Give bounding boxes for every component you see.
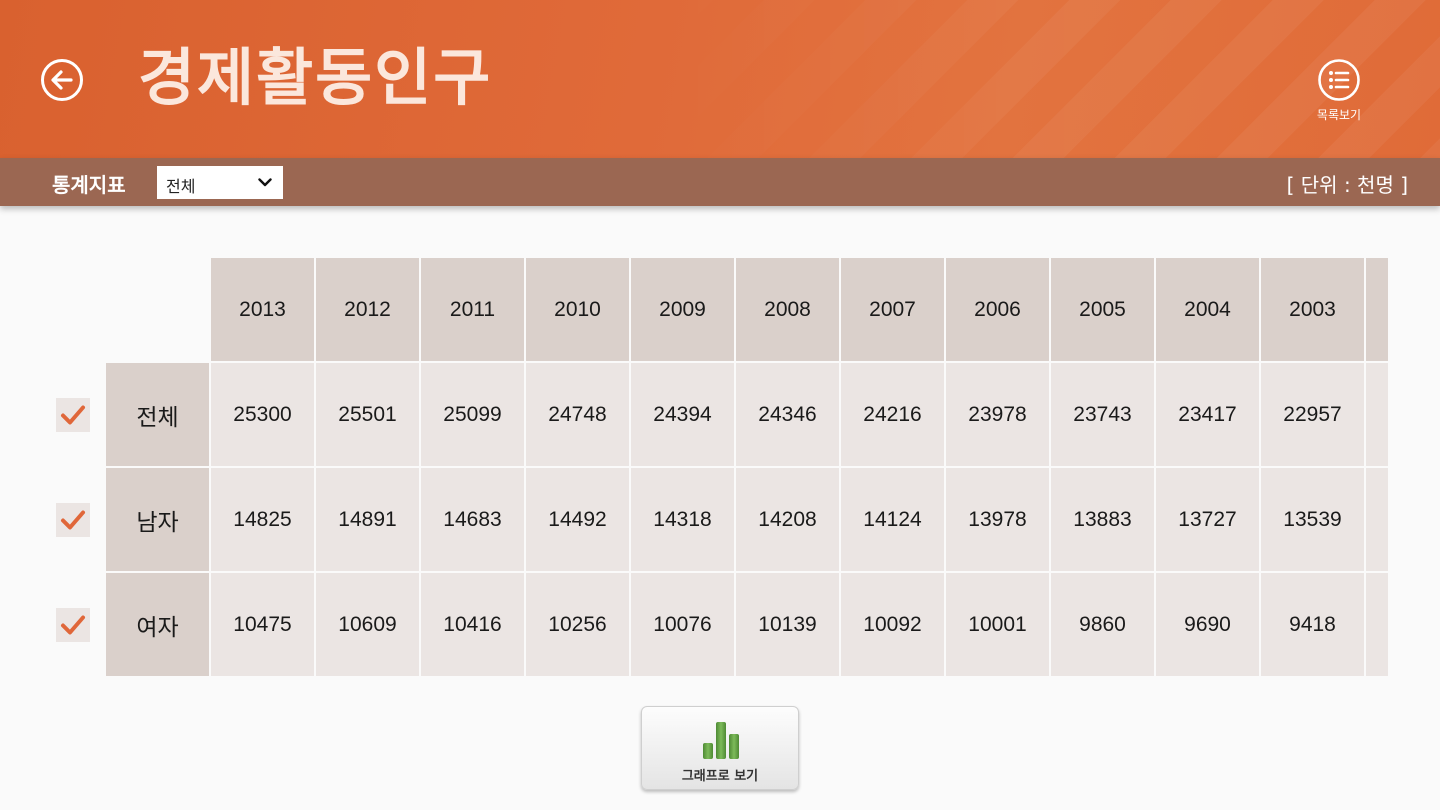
row-label: 남자 xyxy=(106,468,209,571)
checkmark-icon xyxy=(61,615,85,635)
table-cell: 9860 xyxy=(1051,573,1154,676)
table-cell: 22957 xyxy=(1261,363,1364,466)
checkmark-icon xyxy=(61,405,85,425)
year-header: 2004 xyxy=(1156,258,1259,361)
table-cell: 10139 xyxy=(736,573,839,676)
table-cell: 14124 xyxy=(841,468,944,571)
table-cell: 23978 xyxy=(946,363,1049,466)
table-cell: 10609 xyxy=(316,573,419,676)
year-header: 2010 xyxy=(526,258,629,361)
table-cell: 10475 xyxy=(211,573,314,676)
indicator-select-value: 전체 xyxy=(166,177,196,196)
table-cell-partial xyxy=(1366,363,1388,466)
table-cell: 10416 xyxy=(421,573,524,676)
list-view-label: 목록보기 xyxy=(1316,108,1362,122)
list-view-button[interactable]: 목록보기 xyxy=(1308,58,1370,128)
table-cell: 14492 xyxy=(526,468,629,571)
chevron-down-icon xyxy=(258,178,272,187)
unit-label: [ 단위 : 천명 ] xyxy=(1286,173,1408,197)
table-cell: 13727 xyxy=(1156,468,1259,571)
view-graph-button[interactable]: 그래프로 보기 xyxy=(641,706,799,790)
table-cell: 14208 xyxy=(736,468,839,571)
table-cell: 25501 xyxy=(316,363,419,466)
year-header: 2012 xyxy=(316,258,419,361)
row-checkbox[interactable] xyxy=(56,503,90,537)
table-cell: 23417 xyxy=(1156,363,1259,466)
data-table: 2013 2012 2011 2010 2009 2008 2007 2006 2005 2004… xyxy=(0,258,1388,678)
table-cell-partial xyxy=(1366,573,1388,676)
table-cell: 14891 xyxy=(316,468,419,571)
table-cell: 13978 xyxy=(946,468,1049,571)
table-cell: 25300 xyxy=(211,363,314,466)
table-cell: 14683 xyxy=(421,468,524,571)
row-label: 전체 xyxy=(106,363,209,466)
table-cell: 13539 xyxy=(1261,468,1364,571)
app-header: 경제활동인구 목록보기 xyxy=(0,0,1440,158)
back-button[interactable] xyxy=(40,58,84,102)
table-cell: 9690 xyxy=(1156,573,1259,676)
year-header: 2009 xyxy=(631,258,734,361)
filter-bar: 통계지표 전체 [ 단위 : 천명 ] xyxy=(0,158,1440,206)
row-label: 여자 xyxy=(106,573,209,676)
table-cell: 23743 xyxy=(1051,363,1154,466)
table-cell: 24216 xyxy=(841,363,944,466)
indicator-label: 통계지표 xyxy=(52,173,126,197)
arrow-left-circle-icon xyxy=(41,59,83,101)
year-header: 2006 xyxy=(946,258,1049,361)
table-cell: 14825 xyxy=(211,468,314,571)
year-header: 2008 xyxy=(736,258,839,361)
table-cell: 10001 xyxy=(946,573,1049,676)
table-cell: 13883 xyxy=(1051,468,1154,571)
table-cell: 14318 xyxy=(631,468,734,571)
table-cell: 10076 xyxy=(631,573,734,676)
table-cell: 10092 xyxy=(841,573,944,676)
year-header: 2003 xyxy=(1261,258,1364,361)
table-cell: 24748 xyxy=(526,363,629,466)
year-header: 2011 xyxy=(421,258,524,361)
table-cell-partial xyxy=(1366,468,1388,571)
indicator-select[interactable]: 전체 xyxy=(157,166,283,199)
table-cell: 10256 xyxy=(526,573,629,676)
list-circle-icon xyxy=(1318,59,1360,101)
year-header: 2013 xyxy=(211,258,314,361)
table-cell: 24394 xyxy=(631,363,734,466)
table-cell: 9418 xyxy=(1261,573,1364,676)
row-checkbox[interactable] xyxy=(56,398,90,432)
table-cell: 25099 xyxy=(421,363,524,466)
page-title: 경제활동인구 xyxy=(138,41,493,114)
table-cell: 24346 xyxy=(736,363,839,466)
checkmark-icon xyxy=(61,510,85,530)
year-header: 2007 xyxy=(841,258,944,361)
view-graph-label: 그래프로 보기 xyxy=(681,769,759,784)
year-header-partial xyxy=(1366,258,1388,361)
row-checkbox[interactable] xyxy=(56,608,90,642)
bar-chart-icon xyxy=(703,722,739,759)
year-header: 2005 xyxy=(1051,258,1154,361)
